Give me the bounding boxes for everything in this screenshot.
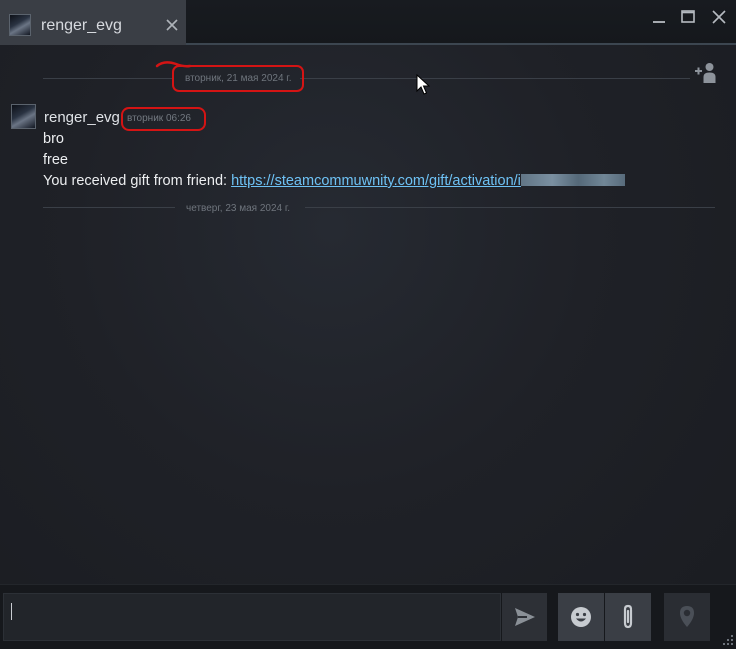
title-bar: renger_evg [0,0,736,45]
emoji-button[interactable] [558,593,604,641]
divider-line-right [300,78,690,79]
voice-button[interactable] [664,593,710,641]
emoji-icon [571,607,591,627]
paperclip-icon [623,604,633,629]
send-icon [515,608,535,626]
chat-window: renger_evg вторник, 21 мая 2024 г. renge… [0,0,736,649]
date-divider-label: вторник, 21 мая 2024 г. [185,73,292,84]
message-line: bro [43,131,64,147]
message-line: free [43,152,68,168]
tab-name: renger_evg [41,17,122,34]
divider-line-right [305,207,715,208]
maximize-icon[interactable] [677,6,699,28]
avatar[interactable] [11,104,36,129]
chat-tab[interactable]: renger_evg [0,0,186,45]
divider-line-left [43,78,173,79]
tab-avatar [9,14,31,36]
attach-button[interactable] [605,593,651,641]
annotation-stroke [155,61,192,68]
message-link[interactable]: https://steamcommuwnity.com/gift/activat… [231,173,521,189]
window-close-icon[interactable] [708,6,730,28]
message-input[interactable] [3,593,501,641]
send-button[interactable] [502,593,547,641]
date-divider-label: четверг, 23 мая 2024 г. [186,203,291,214]
resize-grip-icon[interactable] [720,633,734,647]
add-friend-icon[interactable] [693,60,719,84]
text-caret [11,603,12,620]
message-timestamp: вторник 06:26 [127,113,191,124]
divider-line-left [43,207,175,208]
microphone-icon [680,606,694,627]
message-author[interactable]: renger_evg [44,109,120,127]
message-line-link: You received gift from friend: https://s… [43,172,625,190]
close-icon[interactable] [162,15,182,35]
minimize-icon[interactable] [648,6,670,28]
chat-input-bar [0,584,736,649]
redacted-block [520,174,625,186]
message-text: You received gift from friend: [43,173,232,189]
tab-bar-divider [186,43,736,45]
